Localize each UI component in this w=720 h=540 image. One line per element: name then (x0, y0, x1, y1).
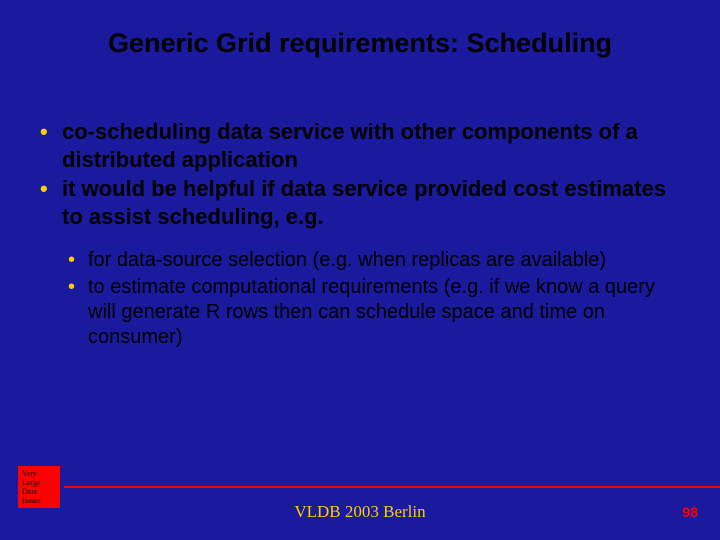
bullet-item: for data-source selection (e.g. when rep… (62, 248, 686, 273)
footer-divider (64, 486, 720, 488)
page-number: 98 (682, 504, 698, 520)
badge-line: Very (22, 469, 60, 478)
footer-text: VLDB 2003 Berlin (0, 502, 720, 522)
slide: Generic Grid requirements: Scheduling co… (0, 0, 720, 540)
slide-content: co-scheduling data service with other co… (34, 118, 686, 352)
bullet-item: to estimate computational requirements (… (62, 275, 686, 350)
bullet-list-level1: co-scheduling data service with other co… (34, 118, 686, 230)
badge-line: Large (22, 478, 60, 487)
bullet-item: it would be helpful if data service prov… (34, 175, 686, 230)
bullet-item: co-scheduling data service with other co… (34, 118, 686, 173)
badge-line: Data (22, 487, 60, 496)
bullet-list-level2: for data-source selection (e.g. when rep… (62, 248, 686, 350)
slide-title: Generic Grid requirements: Scheduling (0, 28, 720, 59)
